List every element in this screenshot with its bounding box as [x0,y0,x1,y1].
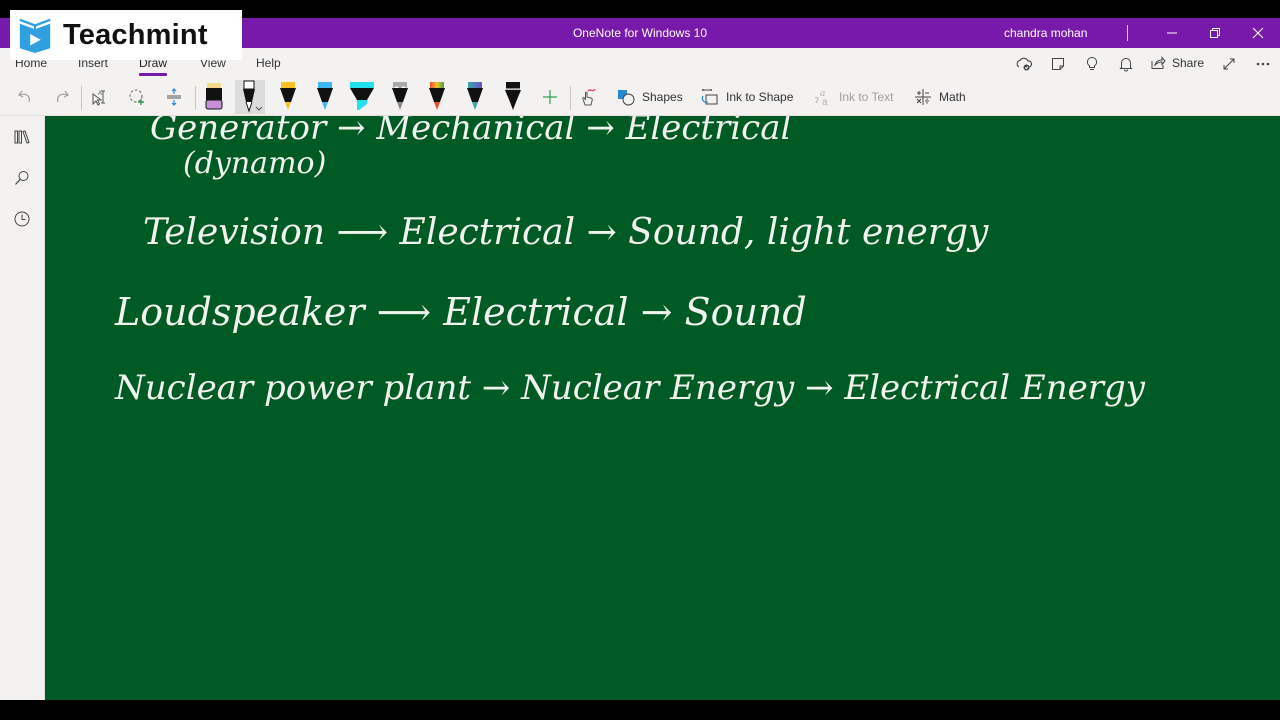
shapes-button[interactable]: Shapes [616,84,683,110]
lasso-select-button[interactable] [126,84,148,110]
bottom-letterbox [0,700,1280,720]
sticky-notes-icon[interactable] [1047,55,1069,73]
black-pen-icon [243,80,263,113]
eraser-icon [205,83,223,110]
plus-icon [543,90,557,104]
close-icon [1252,27,1264,39]
blue-pen-icon [317,82,333,110]
recent-icon[interactable] [11,208,33,230]
ink-to-shape-button[interactable]: Ink to Shape [700,84,793,110]
svg-text:A: A [98,91,102,97]
galaxy-pen-icon [392,82,408,110]
draw-toolbar: A Shapes Ink to Shape a a Ink to Text Ma… [0,78,1280,116]
share-icon [1151,56,1166,69]
draw-with-touch-icon [582,88,596,106]
notifications-icon[interactable] [1115,55,1137,73]
add-space-button[interactable] [163,84,185,110]
math-label: Math [939,90,966,104]
rainbow-pen-tool[interactable] [422,80,452,114]
black-marker-icon [505,82,521,110]
minimize-button[interactable] [1158,22,1186,44]
ocean-pen-icon [467,82,483,110]
close-button[interactable] [1244,22,1272,44]
ocean-pen-tool[interactable] [460,80,490,114]
undo-icon [18,90,30,103]
cyan-highlighter-tool[interactable] [347,80,377,114]
black-marker-tool[interactable] [498,80,528,114]
add-pen-button[interactable] [539,84,561,110]
touch-drawing-button[interactable] [577,84,599,110]
blue-pen-tool[interactable] [310,80,340,114]
share-button[interactable]: Share [1150,55,1204,70]
redo-icon [57,90,69,103]
restore-button[interactable] [1201,22,1229,44]
user-name[interactable]: chandra mohan [1004,26,1087,40]
sync-status-icon[interactable] [1013,55,1035,73]
search-icon[interactable] [11,167,33,189]
shapes-icon [618,90,635,106]
toolbar-divider [81,86,82,110]
restore-icon [1210,28,1220,38]
teachmint-watermark: Teachmint [10,10,242,60]
highlighter-icon [350,82,374,110]
ink-line-dynamo: (dynamo) [183,146,327,181]
ink-to-text-button[interactable]: aa Ink to Text [813,84,893,110]
notebooks-icon[interactable] [11,126,33,148]
ink-line-nuclear: Nuclear power plant → Nuclear Energy → E… [115,368,1145,408]
black-pen-tool[interactable] [235,80,265,114]
toolbar-divider [570,86,571,110]
yellow-pen-icon [280,82,296,110]
math-button[interactable]: Math [913,84,966,110]
onenote-window: OneNote for Windows 10 chandra mohan Tea… [0,0,1280,720]
type-select-icon: A [92,90,105,106]
page-canvas[interactable]: Generator → Mechanical → Electrical (dyn… [45,116,1280,700]
eraser-tool[interactable] [199,80,229,114]
tab-help[interactable]: Help [256,56,281,70]
ink-to-shape-label: Ink to Shape [726,90,794,104]
ink-line-television: Television ⟶ Electrical → Sound, light e… [143,212,989,253]
svg-text:a: a [822,97,828,107]
ink-line-loudspeaker: Loudspeaker ⟶ Electrical → Sound [115,290,807,334]
galaxy-pen-tool[interactable] [385,80,415,114]
lightbulb-icon[interactable] [1081,55,1103,73]
redo-button[interactable] [51,84,73,110]
minimize-icon [1167,32,1177,34]
more-options-icon[interactable] [1252,55,1274,73]
math-icon [915,89,931,105]
ink-to-text-label: Ink to Text [839,90,894,104]
teachmint-logo-icon [19,18,51,54]
toolbar-divider [195,86,196,110]
yellow-pen-tool[interactable] [273,80,303,114]
ink-to-shape-icon [701,89,718,105]
title-separator [1127,25,1128,41]
insert-space-icon [167,88,181,106]
lasso-select-icon [129,89,144,105]
shapes-label: Shapes [642,90,683,104]
undo-button[interactable] [14,84,36,110]
fullscreen-icon[interactable] [1218,55,1240,73]
brand-name: Teachmint [63,18,208,51]
ink-line-generator: Generator → Mechanical → Electrical [150,116,792,148]
share-label: Share [1172,55,1205,70]
lasso-type-select-button[interactable]: A [89,84,111,110]
ink-to-text-icon: aa [814,89,828,107]
nav-sidebar [0,116,45,700]
rainbow-pen-icon [429,82,445,110]
